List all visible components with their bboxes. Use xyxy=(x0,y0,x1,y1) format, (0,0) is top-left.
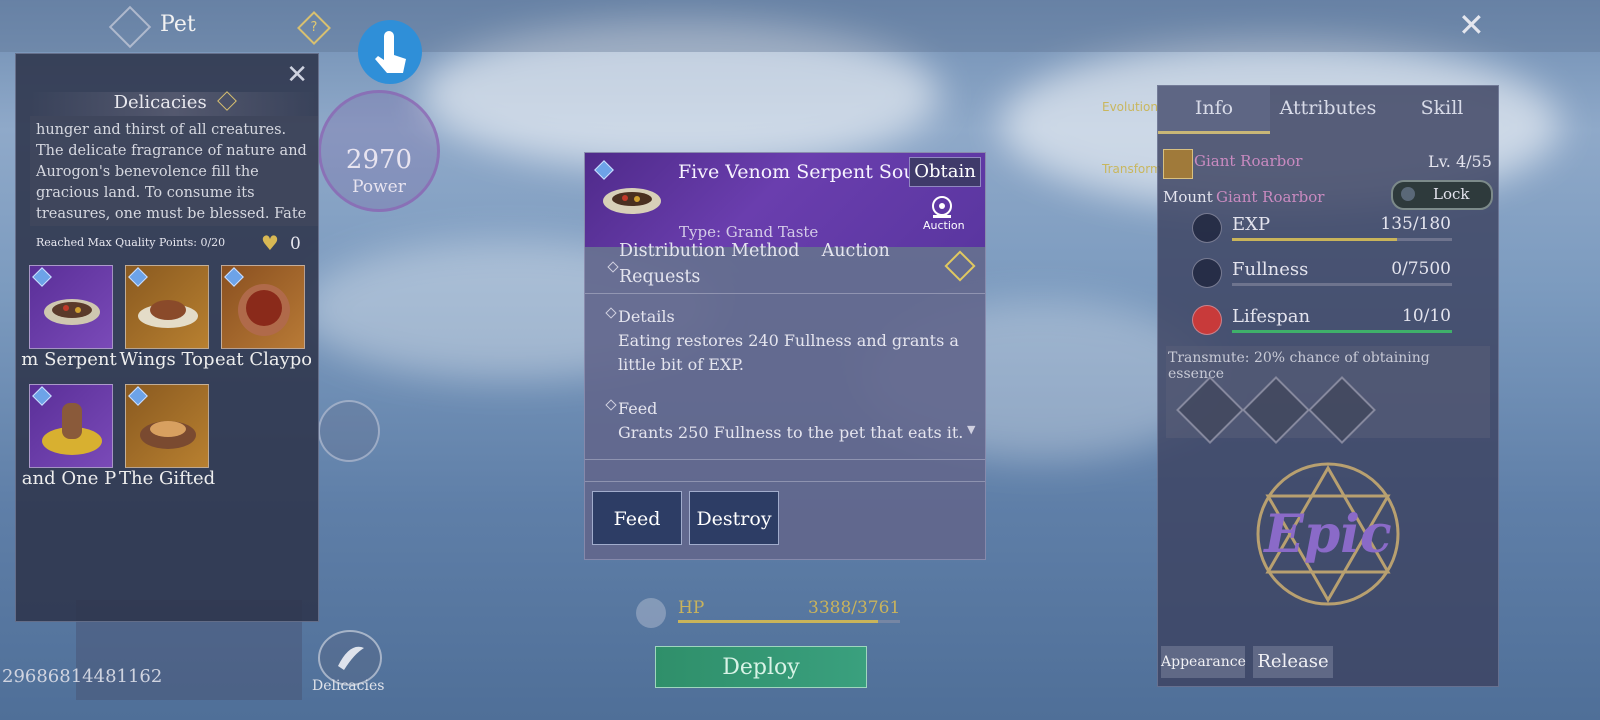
panel-title-text: Delicacies xyxy=(113,92,207,113)
tab-attributes[interactable]: Attributes xyxy=(1270,86,1386,131)
release-button[interactable]: Release xyxy=(1253,646,1333,678)
details-text-1: Eating restores 240 Fullness and grants … xyxy=(618,331,959,350)
item-name: Five Venom Serpent Soup xyxy=(678,161,928,183)
food-label: Wings Top xyxy=(119,349,215,370)
transmute-text: Transmute: 20% chance of obtaining essen… xyxy=(1168,350,1430,382)
divider xyxy=(585,459,985,460)
item-detail-popup: Five Venom Serpent Soup Obtain Auction T… xyxy=(584,152,986,560)
bullet-icon xyxy=(605,399,617,411)
transmute-box: Transmute: 20% chance of obtaining essen… xyxy=(1166,346,1490,444)
max-quality-points: Reached Max Quality Points: 0/20 xyxy=(36,236,226,249)
dish-icon xyxy=(603,188,661,214)
hp-value: 3388/3761 xyxy=(808,598,901,618)
fullness-label: Fullness xyxy=(1232,259,1309,280)
tab-info[interactable]: Info xyxy=(1158,86,1270,134)
panel-title: Delicacies xyxy=(30,91,318,116)
food-label: The Gifted xyxy=(119,468,215,489)
close-icon[interactable]: ✕ xyxy=(1458,6,1485,44)
divider xyxy=(585,293,985,294)
upgrade-icon[interactable] xyxy=(1176,376,1244,444)
power-label: Power xyxy=(352,177,406,197)
panel-help-icon[interactable] xyxy=(217,91,238,111)
exp-icon xyxy=(1192,213,1222,243)
auction-label: Auction xyxy=(923,219,965,232)
details-text-2: little bit of EXP. xyxy=(618,355,744,374)
mount-label: Mount xyxy=(1163,188,1213,206)
rarity-emblem: Epic xyxy=(1248,454,1408,614)
fullness-icon xyxy=(1192,258,1222,288)
food-label: m Serpent xyxy=(21,349,117,370)
hp-icon xyxy=(636,598,666,628)
feed-text: Grants 250 Fullness to the pet that eats… xyxy=(618,423,964,442)
exp-label: EXP xyxy=(1232,214,1271,235)
divider xyxy=(585,481,985,482)
feed-button[interactable]: Feed xyxy=(592,491,682,545)
food-item-the-gifted[interactable] xyxy=(125,384,209,468)
bullet-icon xyxy=(605,307,617,319)
appearance-button[interactable]: Appearance xyxy=(1161,646,1246,678)
pet-name: Giant Roarbor xyxy=(1194,152,1303,170)
close-panel-icon[interactable]: ✕ xyxy=(286,60,308,90)
heart-icon: ♥ xyxy=(261,231,279,255)
hp-bar xyxy=(678,620,900,623)
hp-label: HP xyxy=(678,598,705,618)
refresh-icon[interactable] xyxy=(1242,376,1310,444)
exp-bar xyxy=(1232,238,1452,241)
evolution-link[interactable]: Evolution xyxy=(1102,100,1158,114)
quality-badge-icon xyxy=(594,160,614,180)
power-value: 2970 xyxy=(345,145,413,175)
food-item-meat-claypot[interactable] xyxy=(221,265,305,349)
delicacies-nav-label[interactable]: Delicacies xyxy=(312,678,384,694)
item-header: Five Venom Serpent Soup Obtain Auction T… xyxy=(585,153,985,247)
auction-icon[interactable] xyxy=(929,195,955,219)
lifespan-label: Lifespan xyxy=(1232,306,1311,327)
power-emblem: 2970 Power xyxy=(318,90,440,212)
lock-label: Lock xyxy=(1433,185,1470,203)
food-item-one-pot[interactable] xyxy=(29,384,113,468)
pet-info-panel: Info Attributes Skill Giant Roarbor Lv. … xyxy=(1157,85,1499,687)
mount-name: Giant Roarbor xyxy=(1216,188,1325,206)
skill-slot-icon[interactable] xyxy=(318,400,380,462)
feed-heading: Feed xyxy=(618,399,658,418)
pet-portrait-icon xyxy=(1163,149,1193,179)
tap-hint-icon[interactable] xyxy=(358,20,422,84)
delicacies-panel: ✕ Delicacies hunger and thirst of all cr… xyxy=(15,53,319,622)
deploy-button[interactable]: Deploy xyxy=(655,646,867,688)
obtain-button[interactable]: Obtain xyxy=(909,157,981,187)
food-item-wings-top[interactable] xyxy=(125,265,209,349)
food-item-five-venom-serpent-soup[interactable] xyxy=(29,265,113,349)
food-label: and One P xyxy=(21,468,117,489)
lifespan-heart-icon xyxy=(1192,305,1222,335)
destroy-button[interactable]: Destroy xyxy=(689,491,779,545)
lock-toggle[interactable]: Lock xyxy=(1391,180,1493,210)
lifespan-bar xyxy=(1232,330,1452,333)
pet-level: Lv. 4/55 xyxy=(1428,152,1492,171)
fullness-value: 0/7500 xyxy=(1391,259,1451,279)
remove-icon[interactable] xyxy=(1308,376,1376,444)
scroll-down-icon[interactable]: ▼ xyxy=(967,423,975,436)
pet-id: 29686814481162 xyxy=(2,666,163,687)
delicacies-description: hunger and thirst of all creatures. The … xyxy=(30,116,318,226)
quality-points-count: 0 xyxy=(290,234,301,254)
fullness-bar xyxy=(1232,283,1452,286)
tab-skill[interactable]: Skill xyxy=(1386,86,1498,131)
toggle-knob xyxy=(1401,187,1415,201)
exp-value: 135/180 xyxy=(1380,214,1451,234)
transform-link[interactable]: Transform xyxy=(1102,162,1162,176)
details-heading: Details xyxy=(618,307,675,326)
item-type: Type: Grand Taste xyxy=(679,223,819,241)
bullet-icon xyxy=(607,261,619,273)
page-title: Pet xyxy=(160,12,196,37)
rarity-label: Epic xyxy=(1264,504,1392,565)
lifespan-value: 10/10 xyxy=(1402,306,1451,326)
food-label: eat Claypo xyxy=(215,349,311,370)
top-bar xyxy=(0,0,1600,52)
